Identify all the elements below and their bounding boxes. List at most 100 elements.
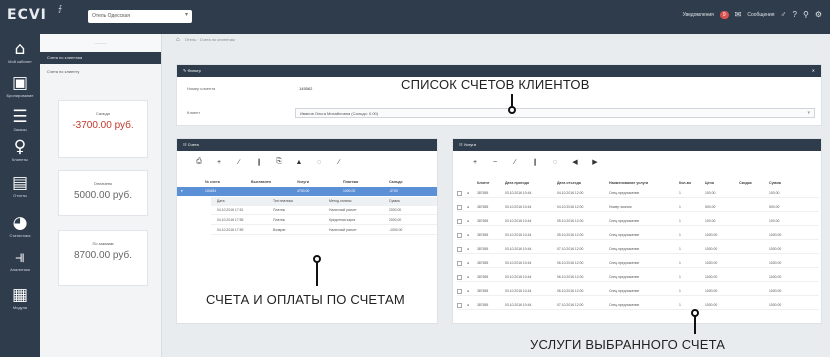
hotel-select[interactable]: Отель Одесская ▾	[88, 10, 192, 23]
column-header[interactable]: Выставлен	[251, 178, 297, 186]
rail-item[interactable]: ☰ Заказы	[0, 108, 40, 132]
sidebar-item-accounts-by-clients[interactable]: Счета по клиентам	[40, 52, 161, 64]
notifications-link[interactable]: Уведомления	[683, 12, 714, 18]
toolbar-button[interactable]: ◌	[549, 159, 561, 166]
row-checkbox[interactable]	[457, 261, 462, 266]
messages-icon[interactable]: ✉	[735, 10, 742, 19]
sidebar-item-accounts-by-client[interactable]: Счета по клиенту	[40, 69, 161, 74]
table-row[interactable]: ● 387655 03.10.2016 10:44 06.10.2016 12:00 С…	[457, 287, 819, 296]
table-row[interactable]: 04.10.2016 17:51 Платеж Наличный расчет 200…	[211, 206, 437, 215]
table-cell	[739, 189, 769, 197]
toolbar-button[interactable]: ∕	[333, 159, 345, 166]
column-header[interactable]	[467, 179, 477, 187]
rail-item[interactable]: ▦ Модули	[0, 286, 40, 310]
home-icon[interactable]: ⌂	[176, 37, 180, 43]
table-cell: 387655	[477, 205, 489, 209]
table-cell: 05.10.2016 12:00	[557, 219, 584, 223]
app-logo[interactable]: ЕСVI	[7, 7, 47, 23]
breadcrumb-path[interactable]: Отель · Счета по клиентам	[185, 37, 235, 42]
screen-icon: ▦	[11, 285, 29, 305]
table-cell: 500.00	[705, 205, 716, 209]
toolbar-button[interactable]: ▶	[589, 158, 601, 166]
row-checkbox[interactable]	[457, 275, 462, 280]
row-checkbox[interactable]	[457, 219, 462, 224]
column-header[interactable]: Метод оплаты	[323, 197, 383, 206]
column-header[interactable]: Дата приезда	[505, 179, 557, 187]
row-checkbox[interactable]	[457, 233, 462, 238]
toolbar-button[interactable]: ❙	[529, 158, 541, 166]
document-icon: ☰	[12, 107, 28, 127]
toolbar-button[interactable]: ∕	[509, 159, 521, 166]
client-select[interactable]: Иванов Ольга Михайловна (Сальдо: 0.00) ▾	[295, 108, 815, 118]
toolbar-button[interactable]: ∕	[233, 159, 245, 166]
toolbar-button[interactable]: +	[213, 159, 225, 166]
row-checkbox[interactable]	[457, 191, 462, 196]
column-header[interactable]: Кол-во	[679, 179, 705, 187]
table-row[interactable]: ● 387655 03.10.2016 10:44 07.10.2016 12:00 С…	[457, 245, 819, 254]
toolbar-button[interactable]: ⎘	[273, 158, 285, 166]
row-checkbox[interactable]	[457, 289, 462, 294]
column-header[interactable]: Цена	[705, 179, 739, 187]
column-header[interactable]: Дата отъезда	[557, 179, 609, 187]
close-icon[interactable]: ✕	[812, 65, 815, 77]
messages-label[interactable]: Сообщения	[747, 12, 774, 18]
table-cell: 100.00	[769, 219, 780, 223]
column-header[interactable]: Клиент	[477, 179, 505, 187]
table-cell: ●	[467, 261, 470, 265]
column-header[interactable]: Наименование услуги	[609, 179, 679, 187]
search-icon[interactable]: ⚲	[803, 10, 809, 19]
orders-card: По заказам 8700.00 руб.	[58, 230, 148, 286]
column-header[interactable]: Сумма	[383, 197, 437, 206]
row-expander[interactable]: ▾	[177, 187, 205, 196]
table-row[interactable]: 04.10.2016 17:55 Платеж Кредитная карта 200…	[211, 216, 437, 225]
table-cell	[251, 187, 297, 196]
user-icon[interactable]: ♂	[781, 10, 787, 19]
table-cell: 387655	[477, 261, 489, 265]
toolbar-button[interactable]: ▲	[293, 159, 305, 166]
table-row[interactable]: ● 387655 03.10.2016 10:44 07.10.2016 12:00 С…	[457, 301, 819, 310]
column-header[interactable]: № счета	[205, 178, 251, 186]
column-header[interactable]: Тип платежа	[267, 197, 323, 206]
rail-item[interactable]: ▤ Отчеты	[0, 174, 40, 198]
table-row[interactable]: ● 387655 03.10.2016 10:44 05.10.2016 12:00 С…	[457, 231, 819, 240]
table-cell: 1000.00	[769, 247, 782, 251]
rail-item[interactable]: ◕ Статистика	[0, 214, 40, 238]
toolbar-button[interactable]: ◀	[569, 158, 581, 166]
help-icon[interactable]: ?	[793, 10, 797, 19]
toolbar-button[interactable]: +	[469, 159, 481, 166]
column-header[interactable]: Дата	[211, 197, 267, 206]
column-header[interactable]: Платежи	[343, 178, 389, 186]
table-row[interactable]: ● 387655 03.10.2016 10:44 04.10.2016 12:00 С…	[457, 189, 819, 198]
table-row[interactable]: ▾ 100451 4700.00 1000.00 -3700	[177, 187, 437, 196]
rail-item[interactable]: ♀ Клиенты	[0, 138, 40, 162]
gear-icon[interactable]: ⚙	[815, 10, 822, 19]
table-cell: 387655	[477, 233, 489, 237]
client-number-label: Номер клиента	[187, 86, 216, 91]
toolbar-button[interactable]: ◌	[313, 159, 325, 166]
table-cell: 100451	[205, 189, 217, 193]
rail-item[interactable]: ▣ Бронирование	[0, 74, 40, 98]
table-cell: 100.00	[705, 219, 716, 223]
table-row[interactable]: 04.10.2016 17:59 Возврат Наличный расчет -1…	[211, 226, 437, 235]
row-checkbox[interactable]	[457, 303, 462, 308]
table-cell	[739, 301, 769, 309]
table-row[interactable]: ● 387655 03.10.2016 10:44 04.10.2016 12:00 Н…	[457, 203, 819, 212]
row-checkbox[interactable]	[457, 205, 462, 210]
toolbar-button[interactable]: ❙	[253, 158, 265, 166]
column-header[interactable]: Скидка	[739, 179, 769, 187]
rail-item[interactable]: ⫣ Аналитика	[0, 248, 40, 272]
column-header[interactable]: Сальдо	[389, 178, 437, 186]
table-row[interactable]: ● 387655 03.10.2016 10:44 06.10.2016 12:00 С…	[457, 273, 819, 282]
toolbar-button[interactable]: −	[489, 159, 501, 166]
table-cell: ●	[467, 275, 470, 279]
row-checkbox[interactable]	[457, 247, 462, 252]
table-row[interactable]: ● 387655 03.10.2016 10:44 06.10.2016 12:00 С…	[457, 259, 819, 268]
services-title: Услуги	[463, 142, 477, 147]
column-header[interactable]	[457, 179, 467, 187]
column-header[interactable]: Сумма	[769, 179, 817, 187]
client-number-field[interactable]: 145562	[299, 86, 312, 91]
rail-item[interactable]: ⌂ Мой кабинет	[0, 40, 40, 64]
toolbar-button[interactable]: ⎙	[193, 158, 205, 166]
column-header[interactable]: Услуги	[297, 178, 343, 186]
table-row[interactable]: ● 387655 03.10.2016 10:44 05.10.2016 12:00 С…	[457, 217, 819, 226]
